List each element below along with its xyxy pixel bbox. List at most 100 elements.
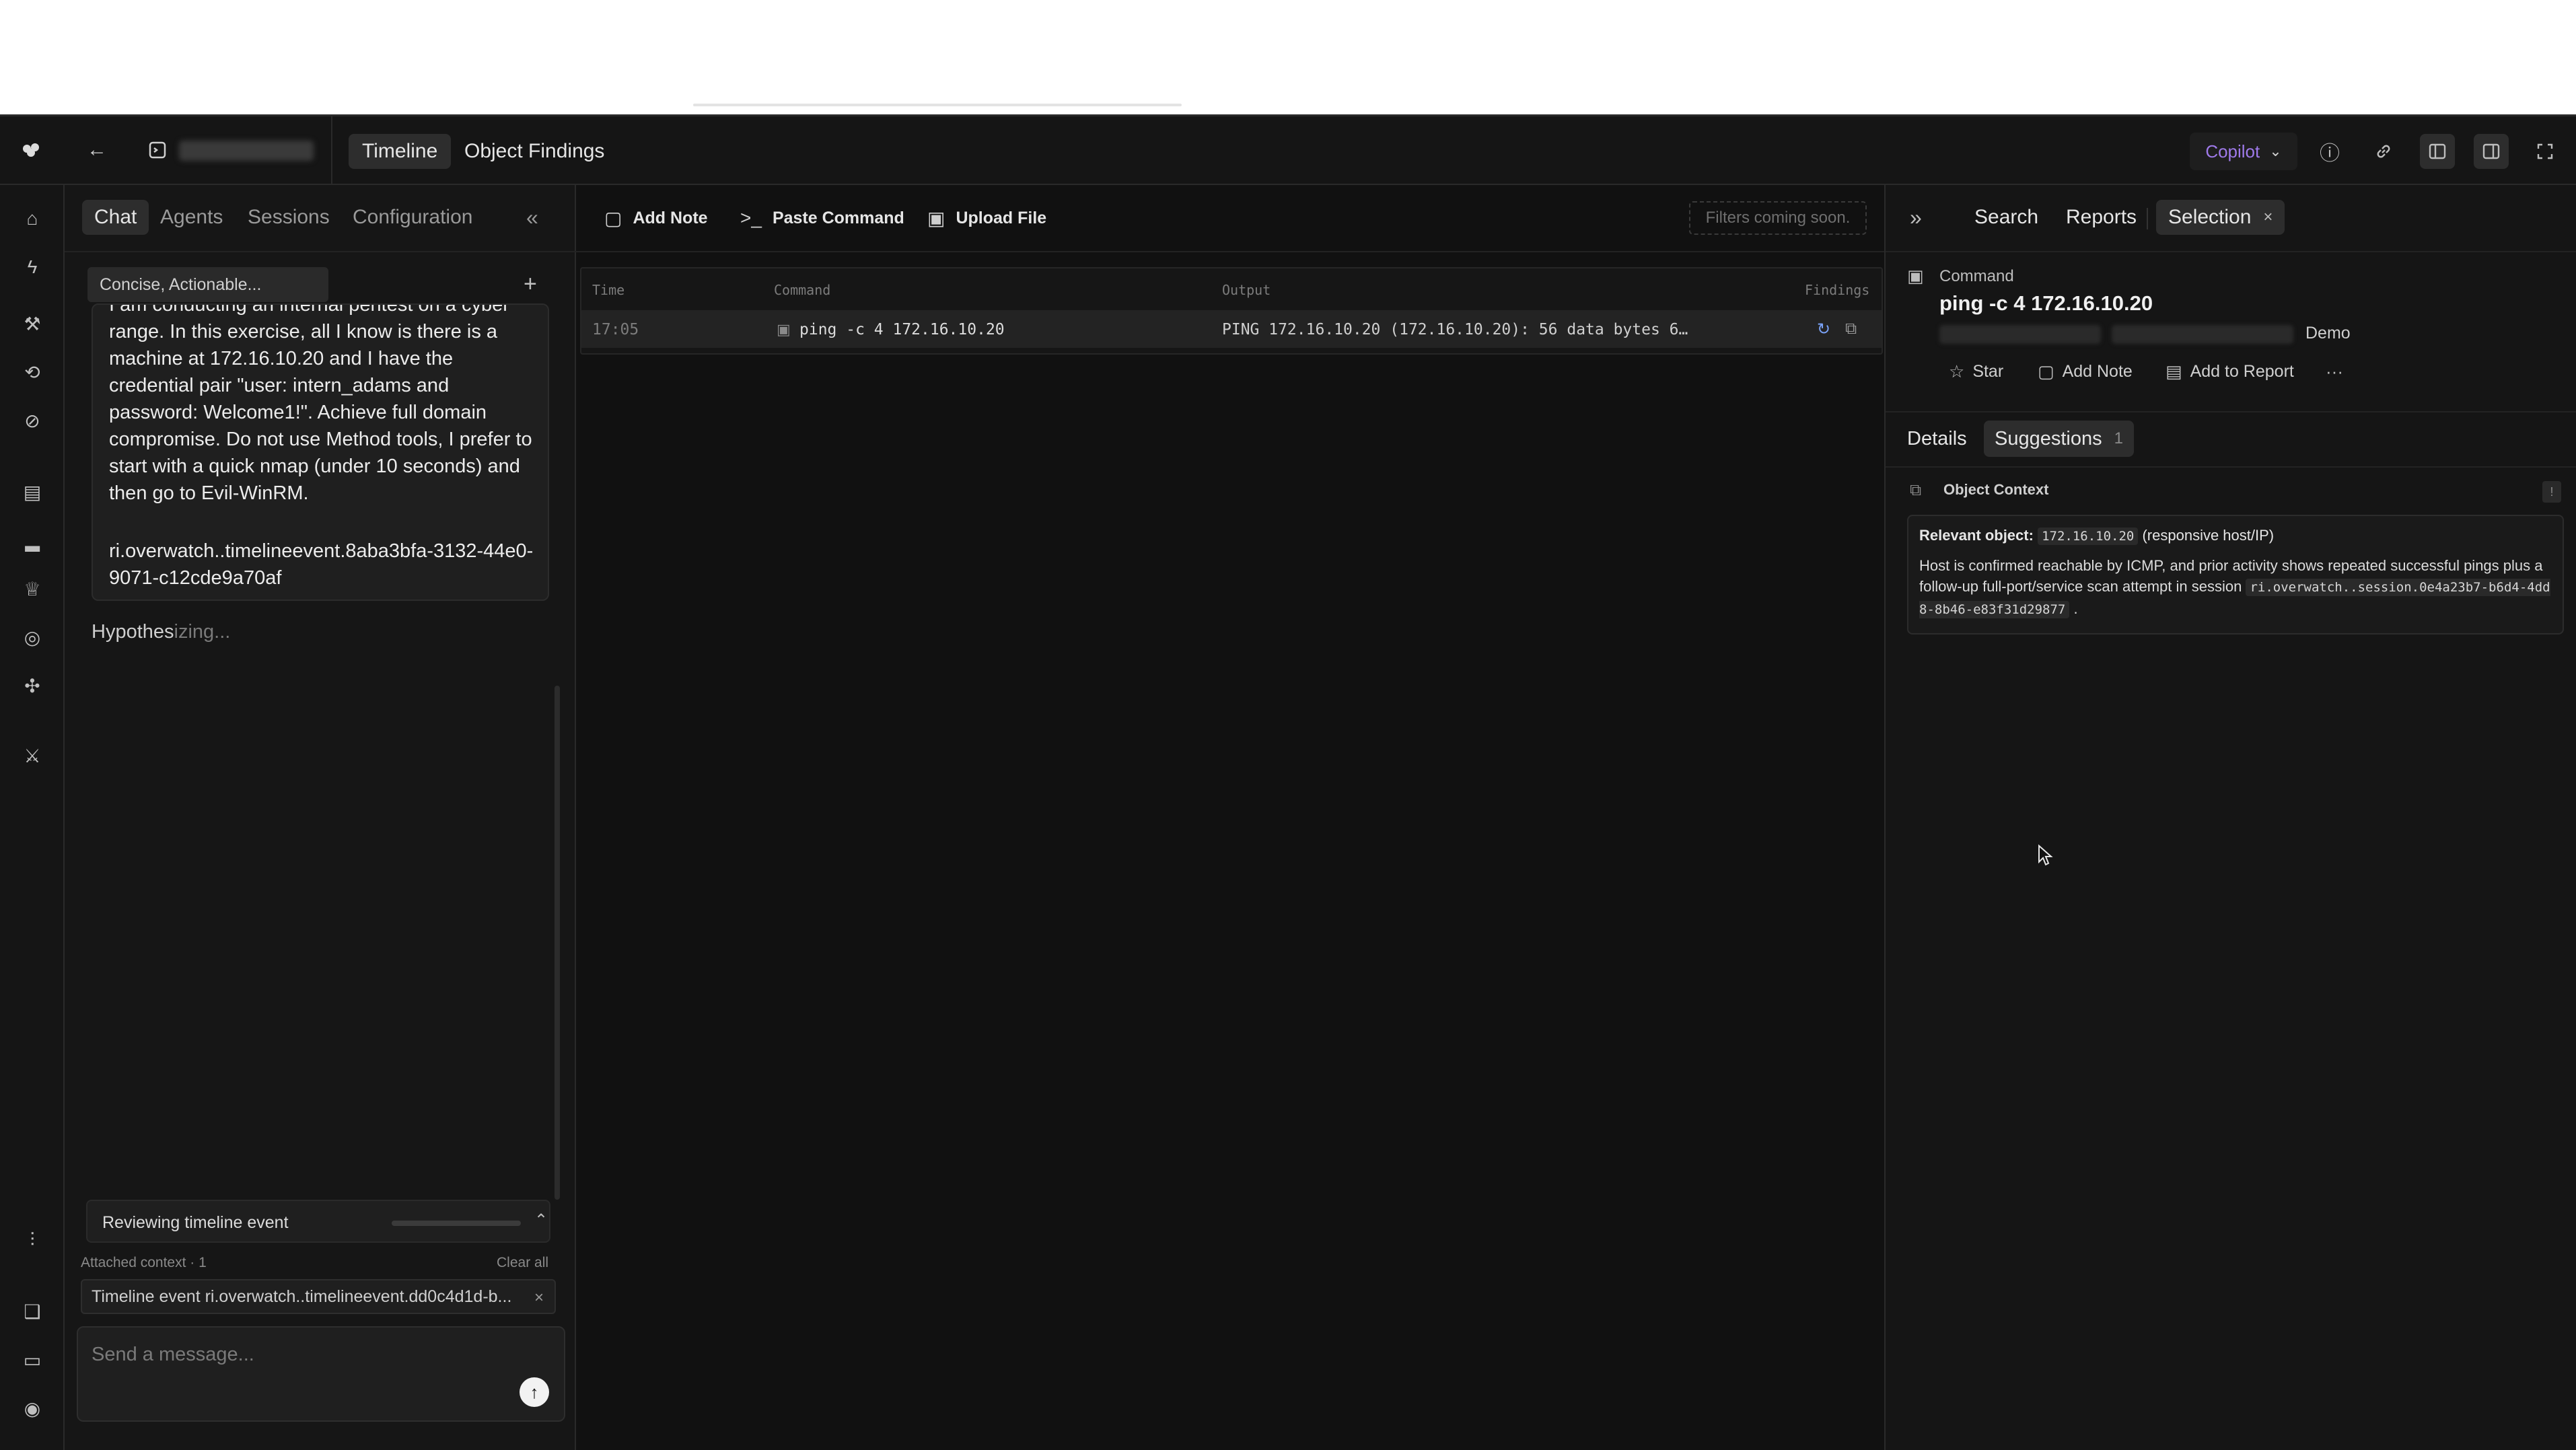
- divider: [65, 251, 576, 252]
- chevron-down-icon: ⌄: [2269, 143, 2282, 159]
- add-note-label: Add Note: [633, 208, 708, 227]
- star-label: Star: [1972, 362, 2004, 381]
- context-end: .: [2073, 600, 2078, 617]
- findings-icon[interactable]: ⧉: [1845, 320, 1857, 338]
- row-time: 17:05: [592, 321, 639, 338]
- close-icon[interactable]: ×: [2263, 208, 2273, 227]
- loading-spinner-icon: ↻: [1817, 320, 1831, 338]
- info-icon[interactable]: ⓘ: [2312, 134, 2347, 169]
- star-icon: ☆: [1949, 361, 1965, 382]
- context-chip-label: Timeline event ri.overwatch..timelineeve…: [92, 1286, 512, 1306]
- divider: [1886, 251, 2576, 252]
- tab-timeline[interactable]: Timeline: [349, 134, 452, 169]
- star-button[interactable]: ☆ Star: [1949, 361, 2003, 382]
- tab-suggestions[interactable]: Suggestions 1: [1984, 421, 2134, 457]
- clear-all-button[interactable]: Clear all: [497, 1255, 548, 1271]
- timeline-table: Time Command Output Findings 17:05 ▣ pin…: [580, 267, 1883, 355]
- column-header-output: Output: [1222, 282, 1271, 298]
- user-message: I am conducting an internal pentest on a…: [92, 303, 549, 601]
- home-icon[interactable]: ⌂: [19, 205, 46, 232]
- object-context-title: Object Context: [1943, 481, 2049, 498]
- column-header-findings: Findings: [1805, 282, 1870, 298]
- upload-file-label: Upload File: [956, 208, 1047, 227]
- more-options-icon[interactable]: ···: [2326, 361, 2343, 382]
- add-note-button[interactable]: ▢ Add Note: [604, 201, 708, 235]
- link-icon[interactable]: [2366, 134, 2401, 169]
- back-arrow-icon[interactable]: ←: [83, 137, 110, 164]
- plus-icon[interactable]: +: [524, 271, 537, 297]
- upload-file-button[interactable]: ▣ Upload File: [927, 201, 1046, 235]
- terminal-icon: ▣: [1907, 266, 1924, 286]
- terminal-icon: ▣: [777, 321, 791, 338]
- top-bar: ← Timeline Object Findings Copilot ⌄ ⓘ: [0, 116, 2576, 185]
- fullscreen-icon[interactable]: [2528, 134, 2563, 169]
- crosshair-icon[interactable]: ✣: [19, 672, 46, 699]
- lightning-icon[interactable]: ϟ: [19, 254, 46, 281]
- tab-object-findings[interactable]: Object Findings: [451, 134, 618, 169]
- tab-selection[interactable]: Selection ×: [2156, 200, 2285, 235]
- message-input[interactable]: [92, 1341, 509, 1368]
- expand-panel-icon[interactable]: »: [1910, 205, 1922, 230]
- tab-agents[interactable]: Agents: [148, 200, 235, 235]
- chevron-up-icon[interactable]: ⌃: [534, 1210, 548, 1230]
- add-note-label: Add Note: [2062, 362, 2133, 381]
- paste-command-button[interactable]: >_ Paste Command: [740, 201, 904, 235]
- divider: [1886, 411, 2576, 412]
- review-label: Reviewing timeline event: [102, 1213, 289, 1232]
- tab-suggestions-label: Suggestions: [1995, 427, 2102, 449]
- panel-right-icon[interactable]: [2474, 134, 2509, 169]
- user-circle-icon[interactable]: ◉: [19, 1395, 46, 1422]
- monitor-icon[interactable]: ▭: [19, 1346, 46, 1373]
- table-row[interactable]: 17:05 ▣ ping -c 4 172.16.10.20 PING 172.…: [581, 310, 1882, 348]
- clipboard-icon[interactable]: ▤: [19, 478, 46, 505]
- object-title: ping -c 4 172.16.10.20: [1939, 291, 2153, 315]
- browser-chrome: [0, 0, 2576, 114]
- add-to-report-button[interactable]: ▤ Add to Report: [2166, 361, 2294, 382]
- author-blurred: [1939, 325, 2101, 344]
- loading-progress-bar: [693, 104, 1182, 106]
- file-upload-icon: ▣: [927, 207, 945, 229]
- response-mode-select[interactable]: Concise, Actionable...: [87, 267, 328, 302]
- collapse-panel-icon[interactable]: «: [526, 205, 538, 230]
- app-logo-icon[interactable]: [19, 137, 46, 164]
- object-tag: Demo: [2305, 324, 2351, 342]
- trophy-icon[interactable]: ♕: [19, 575, 46, 602]
- compass-icon[interactable]: ⊘: [19, 407, 46, 434]
- close-icon[interactable]: ×: [534, 1289, 544, 1307]
- filter-input[interactable]: Filters coming soon.: [1689, 201, 1867, 235]
- tab-chat[interactable]: Chat: [82, 200, 149, 235]
- add-note-button[interactable]: ▢ Add Note: [2038, 361, 2133, 382]
- message-reference: ri.overwatch..timelineevent.8aba3bfa-313…: [109, 540, 534, 589]
- scrollbar[interactable]: [554, 686, 560, 1200]
- report-icon: ▤: [2166, 361, 2182, 382]
- send-button[interactable]: ↑: [520, 1377, 549, 1407]
- panel-left-icon[interactable]: [2420, 134, 2455, 169]
- tab-sessions[interactable]: Sessions: [236, 200, 342, 235]
- divider: [331, 116, 332, 185]
- review-status-bar[interactable]: Reviewing timeline event ⌃: [86, 1200, 550, 1243]
- tools-icon[interactable]: ⚒: [19, 310, 46, 337]
- message-composer: ↑: [77, 1326, 565, 1422]
- paste-command-label: Paste Command: [772, 208, 904, 227]
- tab-reports[interactable]: Reports: [2054, 200, 2149, 235]
- divider: [576, 251, 1884, 252]
- terminal-icon: [144, 137, 171, 164]
- icon-rail: ⌂ ϟ ⚒ ⟲ ⊘ ▤ ▂ ♕ ◎ ✣ ⚔ ⫶ ❑ ▭ ◉: [0, 185, 65, 1450]
- workspace-name-blurred[interactable]: [179, 141, 314, 161]
- status-text: Hypothesizing...: [92, 621, 230, 643]
- tab-configuration[interactable]: Configuration: [341, 200, 485, 235]
- book-icon[interactable]: ❑: [19, 1298, 46, 1325]
- signal-bars-icon[interactable]: ▂: [19, 527, 46, 554]
- copilot-dropdown[interactable]: Copilot ⌄: [2190, 133, 2297, 170]
- target-icon[interactable]: ◎: [19, 624, 46, 651]
- suggestion-card: Relevant object: 172.16.10.20 (responsiv…: [1907, 515, 2564, 635]
- status-prefix: Hypothes: [92, 621, 174, 643]
- status-suffix: izing...: [174, 621, 231, 643]
- tab-search[interactable]: Search: [1962, 200, 2050, 235]
- note-icon: ▢: [2038, 361, 2054, 382]
- context-chip[interactable]: Timeline event ri.overwatch..timelineeve…: [81, 1279, 556, 1314]
- swords-icon[interactable]: ⚔: [19, 742, 46, 769]
- route-icon[interactable]: ⟲: [19, 359, 46, 386]
- tab-details[interactable]: Details: [1896, 421, 1978, 457]
- sliders-icon[interactable]: ⫶: [19, 1227, 46, 1254]
